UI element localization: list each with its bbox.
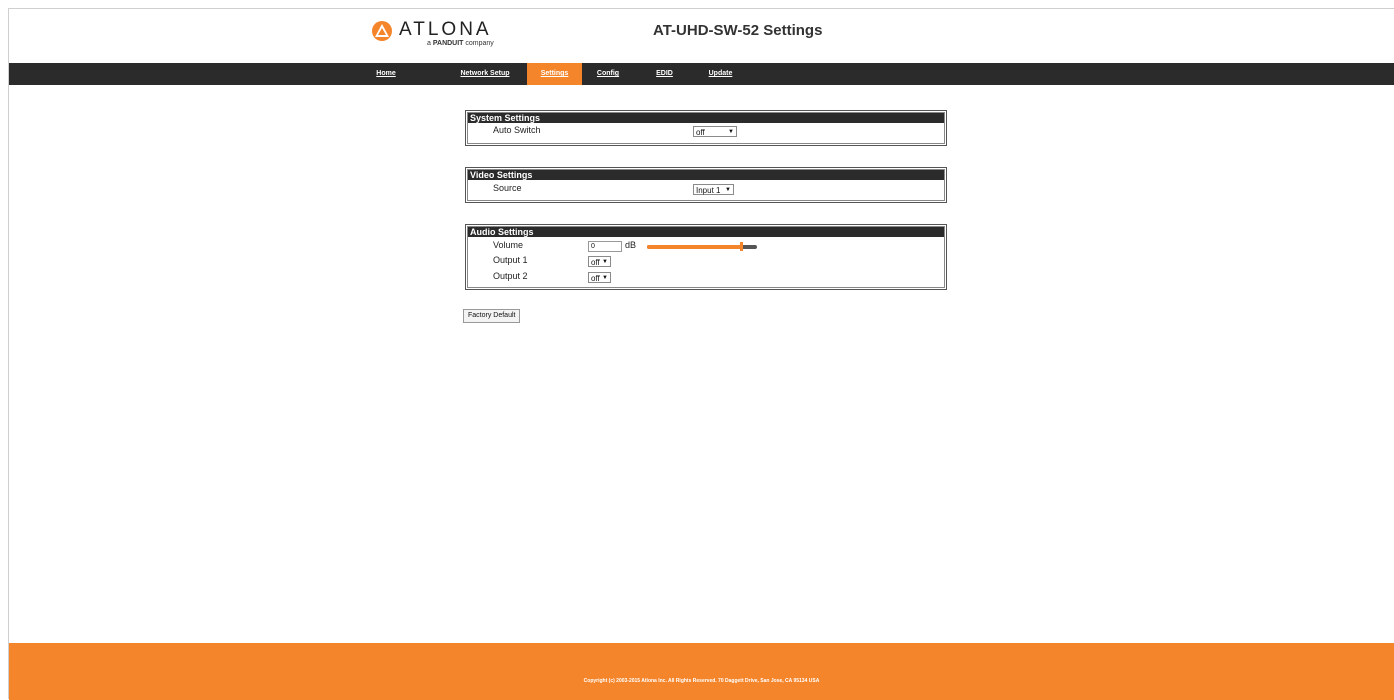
footer: Copyright (c) 2003-2015 Atlona Inc. All … — [9, 643, 1394, 700]
video-settings-title: Video Settings — [468, 170, 944, 180]
volume-label: Volume — [493, 240, 524, 250]
auto-switch-select[interactable]: off ▼ — [693, 126, 737, 137]
nav-settings[interactable]: Settings — [527, 63, 582, 85]
video-settings-panel: Video Settings Source Input 1 ▼ — [465, 167, 947, 203]
nav-edid[interactable]: EDID — [652, 63, 677, 85]
system-settings-inner: System Settings Auto Switch off ▼ — [467, 112, 945, 144]
logo-wordmark: ATLONA — [399, 19, 492, 40]
audio-settings-title: Audio Settings — [468, 227, 944, 237]
logo-tagline: a PANDUIT company — [427, 40, 494, 47]
source-value: Input 1 — [696, 186, 721, 195]
output-1-value: off — [591, 258, 600, 267]
system-settings-panel: System Settings Auto Switch off ▼ — [465, 110, 947, 146]
logo-tagline-suffix: company — [465, 40, 494, 47]
system-settings-title: System Settings — [468, 113, 944, 123]
chevron-down-icon: ▼ — [602, 259, 608, 265]
page-frame: ATLONA a PANDUIT company AT-UHD-SW-52 Se… — [8, 8, 1394, 700]
output-1-select[interactable]: off ▼ — [588, 256, 611, 267]
footer-copyright: Copyright (c) 2003-2015 Atlona Inc. All … — [583, 678, 820, 684]
chevron-down-icon: ▼ — [725, 187, 731, 193]
output-2-select[interactable]: off ▼ — [588, 272, 611, 283]
volume-slider-fill — [647, 245, 741, 249]
output-2-label: Output 2 — [493, 271, 528, 281]
chevron-down-icon: ▼ — [728, 129, 734, 135]
atlona-logo-icon — [372, 21, 392, 41]
logo-tagline-brand: PANDUIT — [432, 40, 464, 47]
logo-tagline-prefix: a — [427, 40, 431, 47]
chevron-down-icon: ▼ — [602, 275, 608, 281]
volume-slider-handle[interactable] — [740, 242, 743, 251]
atlona-logo: ATLONA a PANDUIT company — [371, 19, 511, 55]
volume-input[interactable]: 0 — [588, 241, 622, 252]
video-settings-inner: Video Settings Source Input 1 ▼ — [467, 169, 945, 201]
source-select[interactable]: Input 1 ▼ — [693, 184, 734, 195]
source-label: Source — [493, 183, 522, 193]
output-2-value: off — [591, 274, 600, 283]
audio-settings-panel: Audio Settings Volume 0 dB Output 1 off … — [465, 224, 947, 290]
volume-unit: dB — [625, 240, 637, 250]
header: ATLONA a PANDUIT company AT-UHD-SW-52 Se… — [9, 9, 1394, 63]
output-1-label: Output 1 — [493, 255, 528, 265]
nav-config[interactable]: Config — [593, 63, 623, 85]
nav-update[interactable]: Update — [703, 63, 738, 85]
nav-home[interactable]: Home — [371, 63, 401, 85]
page-title: AT-UHD-SW-52 Settings — [653, 22, 823, 39]
nav-bar: Home Network Setup Settings Config EDID … — [9, 63, 1394, 85]
factory-default-button[interactable]: Factory Default — [463, 309, 521, 323]
volume-slider[interactable] — [647, 242, 757, 251]
auto-switch-label: Auto Switch — [493, 125, 541, 135]
auto-switch-value: off — [696, 128, 705, 137]
audio-settings-inner: Audio Settings Volume 0 dB Output 1 off … — [467, 226, 945, 288]
nav-network-setup[interactable]: Network Setup — [455, 63, 515, 85]
